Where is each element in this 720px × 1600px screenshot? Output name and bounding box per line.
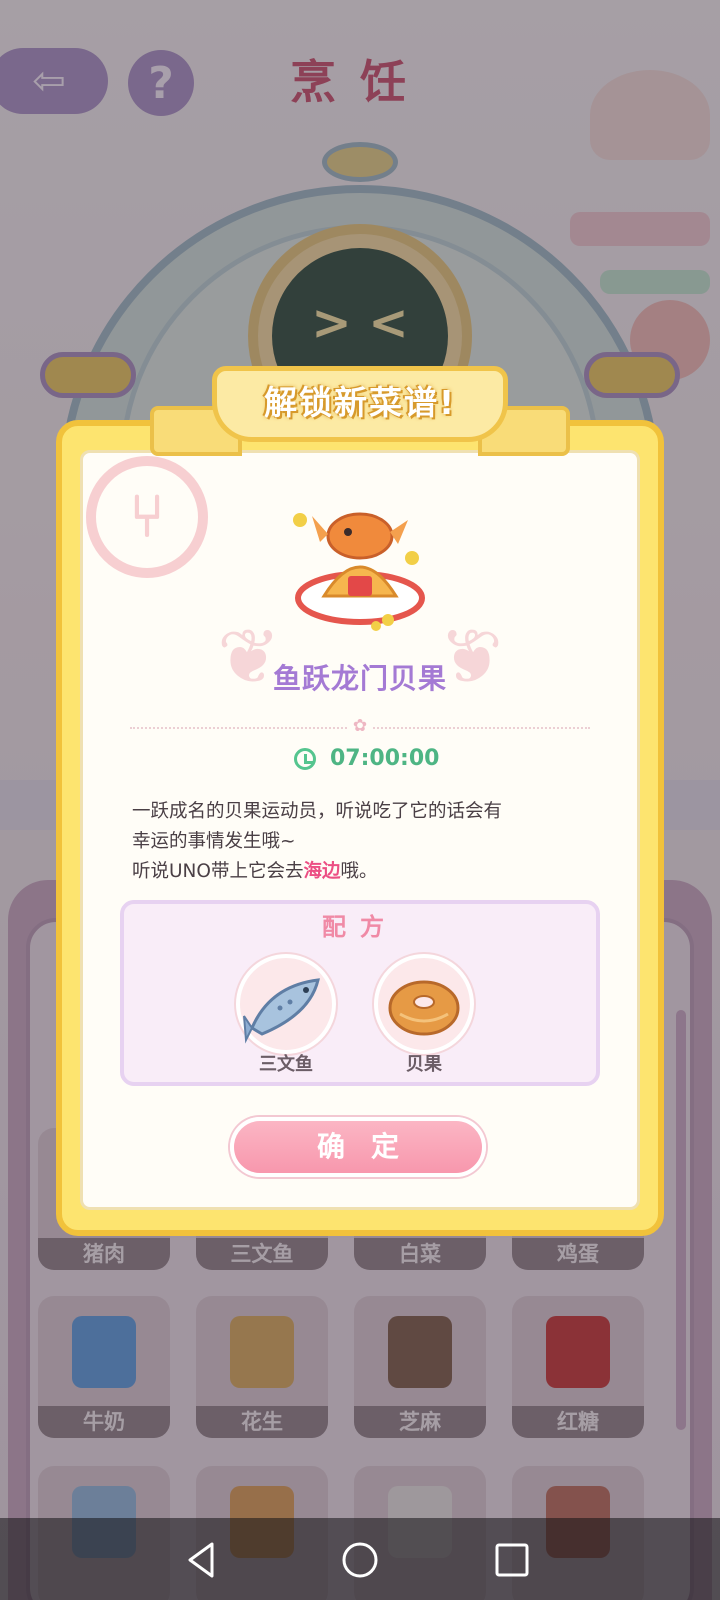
description-text: 听说UNO带上它会去 — [132, 861, 304, 882]
cook-timer: 07:00:00 — [294, 746, 439, 771]
nav-recents-icon[interactable] — [490, 1538, 534, 1582]
dish-description: 一跃成名的贝果运动员，听说吃了它的话会有 幸运的事情发生哦~ 听说UNO带上它会… — [132, 797, 592, 887]
recipe-ingredient-salmon — [236, 954, 336, 1054]
recipe-ingredient-label: 贝果 — [406, 1054, 442, 1075]
recipe-ingredient-label: 三文鱼 — [259, 1054, 313, 1075]
bagel-icon — [388, 980, 460, 1036]
timer-value: 07:00:00 — [330, 746, 440, 771]
nav-back-icon[interactable] — [180, 1538, 224, 1582]
confirm-button[interactable]: 确定 — [230, 1117, 486, 1177]
bow-icon: ✿ — [348, 716, 372, 736]
nav-home-icon[interactable] — [338, 1538, 382, 1582]
recipe-title: 配方 — [322, 913, 398, 941]
cutlery-watermark-icon: ⑂ — [86, 456, 208, 578]
dish-name: 鱼跃龙门贝果 — [272, 662, 447, 695]
description-line: 幸运的事情发生哦~ — [132, 831, 296, 852]
description-text: 哦。 — [340, 861, 378, 882]
recipe-ingredient-bagel — [374, 954, 474, 1054]
description-line: 听说UNO带上它会去海边哦。 — [132, 857, 592, 887]
salmon-icon — [243, 978, 320, 1044]
dialog-title: 解锁新菜谱! — [263, 383, 457, 422]
description-highlight: 海边 — [303, 861, 341, 882]
clock-icon — [294, 747, 316, 770]
description-line: 一跃成名的贝果运动员，听说吃了它的话会有 — [132, 801, 503, 822]
